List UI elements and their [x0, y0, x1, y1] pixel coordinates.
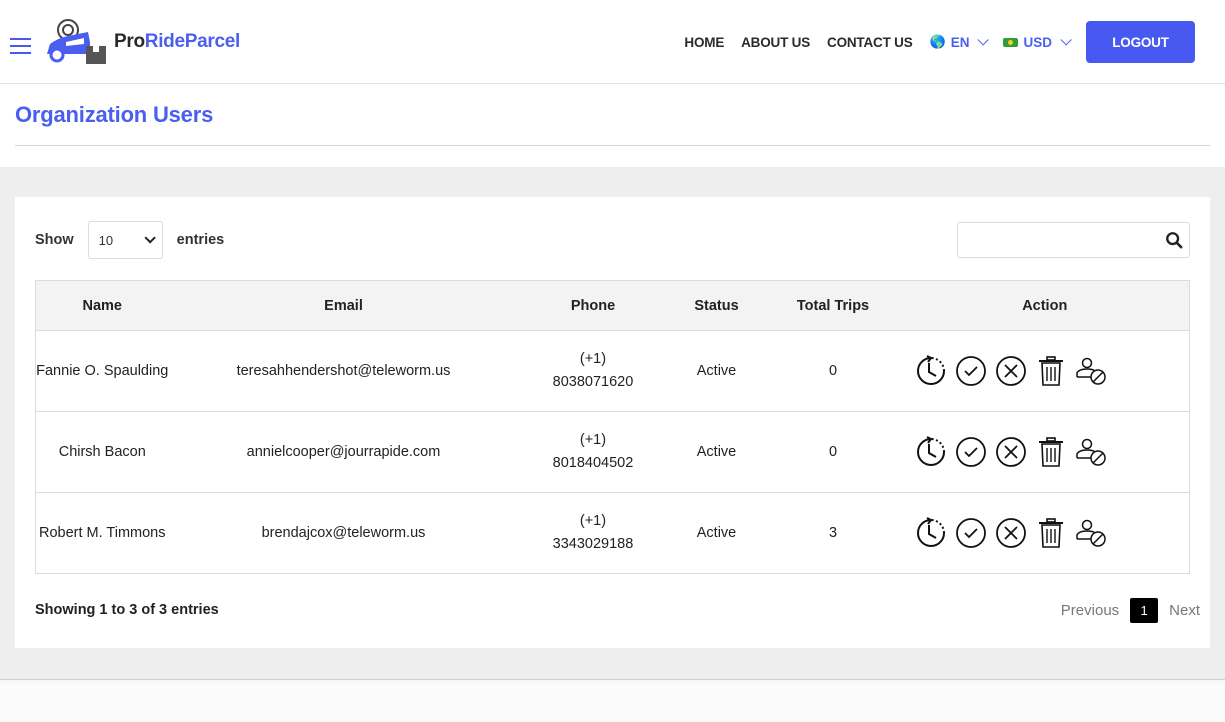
pagination: Previous 1 Next — [1061, 598, 1200, 623]
cell-actions — [900, 411, 1190, 493]
cell-name: Robert M. Timmons — [35, 492, 169, 574]
language-dropdown[interactable]: 🌎 EN — [929, 34, 990, 50]
phone-number: 3343029188 — [552, 536, 634, 552]
cell-status: Active — [667, 330, 766, 412]
cell-total-trips: 0 — [765, 411, 901, 493]
language-value: EN — [950, 34, 970, 50]
header-action: Action — [900, 280, 1190, 331]
search-input[interactable] — [958, 223, 1158, 257]
page-title-section: Organization Users — [0, 84, 1225, 167]
history-icon[interactable] — [915, 436, 947, 468]
chevron-down-icon — [1060, 34, 1072, 46]
cell-status: Active — [667, 411, 766, 493]
cell-total-trips: 0 — [765, 330, 901, 412]
delete-icon[interactable] — [1035, 436, 1067, 468]
delete-icon[interactable] — [1035, 355, 1067, 387]
search-box — [957, 222, 1190, 258]
page-size-control: Show 10 entries — [35, 221, 224, 259]
table-row: Robert M. Timmons brendajcox@teleworm.us… — [35, 492, 1190, 574]
phone-number: 8038071620 — [552, 374, 634, 390]
page-size-select[interactable]: 10 — [87, 221, 163, 259]
cell-phone: (+1) 8018404502 — [518, 411, 668, 493]
table-controls: Show 10 entries — [35, 221, 1190, 259]
main-nav: HOME ABOUT US CONTACT US 🌎 EN USD LOGOUT — [684, 21, 1195, 63]
logout-button[interactable]: LOGOUT — [1086, 21, 1195, 63]
brand-logo[interactable]: ProRideParcel — [44, 18, 240, 66]
cell-actions — [900, 492, 1190, 574]
cell-phone: (+1) 8038071620 — [518, 330, 668, 412]
globe-icon: 🌎 — [929, 34, 946, 49]
menu-icon[interactable] — [10, 38, 31, 54]
users-table: Name Email Phone Status Total Trips Acti… — [35, 280, 1190, 574]
phone-number: 8018404502 — [552, 455, 634, 471]
table-row: Chirsh Bacon annielcooper@jourrapide.com… — [35, 411, 1190, 493]
pagination-info: Showing 1 to 3 of 3 entries — [35, 602, 219, 618]
reject-icon[interactable] — [995, 355, 1027, 387]
current-page-button[interactable]: 1 — [1130, 598, 1159, 623]
header-status[interactable]: Status — [667, 280, 766, 331]
nav-about-us[interactable]: ABOUT US — [741, 35, 810, 50]
search-icon[interactable] — [1165, 231, 1183, 249]
table-header-row: Name Email Phone Status Total Trips Acti… — [35, 280, 1190, 331]
approve-icon[interactable] — [955, 355, 987, 387]
page-footer — [0, 679, 1225, 722]
header-total-trips[interactable]: Total Trips — [765, 280, 901, 331]
content-area: Show 10 entries Name Email Phone Status … — [0, 167, 1225, 679]
reject-icon[interactable] — [995, 436, 1027, 468]
nav-contact-us[interactable]: CONTACT US — [827, 35, 913, 50]
history-icon[interactable] — [915, 517, 947, 549]
page-title: Organization Users — [15, 84, 1210, 146]
cell-email: annielcooper@jourrapide.com — [168, 411, 519, 493]
show-label: Show — [35, 232, 74, 248]
reject-icon[interactable] — [995, 517, 1027, 549]
table-row: Fannie O. Spaulding teresahhendershot@te… — [35, 330, 1190, 412]
history-icon[interactable] — [915, 355, 947, 387]
currency-value: USD — [1023, 34, 1052, 50]
cell-status: Active — [667, 492, 766, 574]
block-user-icon[interactable] — [1075, 436, 1107, 468]
cell-email: brendajcox@teleworm.us — [168, 492, 519, 574]
page-size-value: 10 — [98, 232, 114, 248]
top-header: ProRideParcel HOME ABOUT US CONTACT US 🌎… — [0, 0, 1225, 84]
chevron-down-icon — [144, 232, 156, 244]
entries-label: entries — [176, 232, 225, 248]
header-name[interactable]: Name — [35, 280, 169, 331]
next-page-button[interactable]: Next — [1169, 602, 1200, 619]
cell-email: teresahhendershot@teleworm.us — [168, 330, 519, 412]
delete-icon[interactable] — [1035, 517, 1067, 549]
chevron-down-icon — [977, 34, 990, 46]
phone-code: (+1) — [579, 432, 607, 448]
phone-code: (+1) — [579, 513, 607, 529]
cell-name: Fannie O. Spaulding — [35, 330, 169, 412]
phone-code: (+1) — [579, 351, 607, 367]
brand-name: ProRideParcel — [114, 31, 241, 52]
users-card: Show 10 entries Name Email Phone Status … — [15, 197, 1210, 648]
approve-icon[interactable] — [955, 517, 987, 549]
cell-actions — [900, 330, 1190, 412]
previous-page-button[interactable]: Previous — [1061, 602, 1119, 619]
money-icon — [1003, 37, 1019, 47]
block-user-icon[interactable] — [1075, 517, 1107, 549]
cell-name: Chirsh Bacon — [35, 411, 169, 493]
approve-icon[interactable] — [955, 436, 987, 468]
cell-total-trips: 3 — [765, 492, 901, 574]
block-user-icon[interactable] — [1075, 355, 1107, 387]
currency-dropdown[interactable]: USD — [1003, 34, 1072, 50]
cell-phone: (+1) 3343029188 — [518, 492, 668, 574]
nav-home[interactable]: HOME — [684, 35, 724, 50]
header-phone[interactable]: Phone — [518, 280, 668, 331]
header-email[interactable]: Email — [168, 280, 519, 331]
car-parcel-logo-icon — [47, 19, 106, 64]
